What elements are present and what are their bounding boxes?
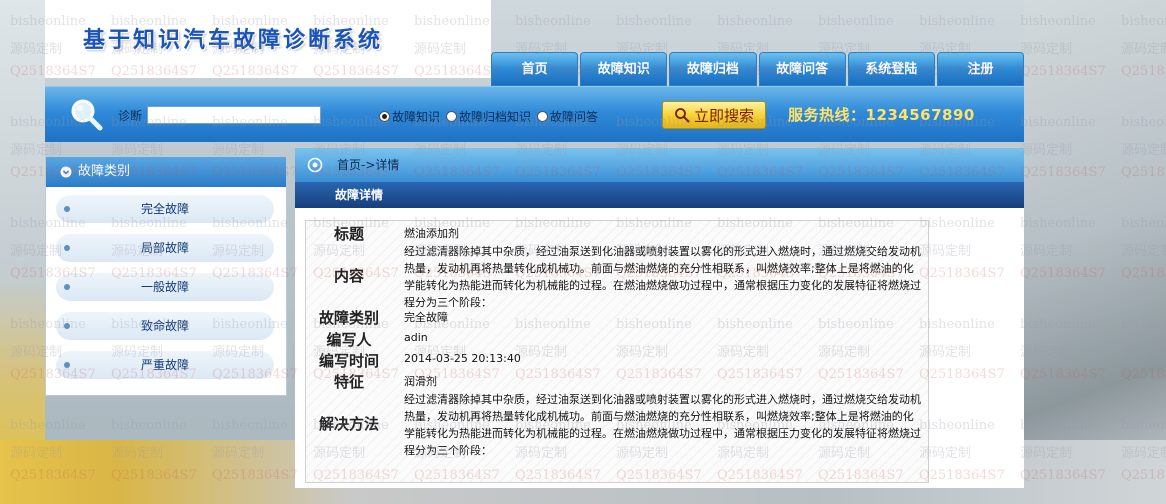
radio-label: 故障知识 (392, 110, 441, 124)
sidebar-item-partial-fault[interactable]: 局部故障 (56, 234, 274, 262)
title-value: 燃油添加剂 (404, 227, 459, 240)
bullet-icon (64, 362, 70, 368)
search-type-radios: 故障知识 故障归档知识 故障问答 (379, 108, 598, 125)
bullet-icon (64, 284, 70, 290)
search-input[interactable] (147, 106, 321, 124)
radio-label: 故障归档知识 (459, 110, 532, 124)
background-right-decoration (1024, 0, 1166, 504)
search-label: 诊断 (118, 109, 143, 123)
bullet-icon (64, 206, 70, 212)
logo-area: 基于知识汽车故障诊断系统 (45, 0, 491, 78)
sidebar-item-general-fault[interactable]: 一般故障 (56, 273, 274, 301)
bullet-icon (64, 323, 70, 329)
radio-button[interactable] (379, 111, 390, 122)
main-content: 首页->详情 故障详情 标题 燃油添加剂 内容 经过滤清器除掉其中杂质，经过油泵… (295, 148, 1024, 488)
nav-item-home[interactable]: 首页 (491, 52, 579, 86)
nav-item-login[interactable]: 系统登陆 (847, 52, 935, 86)
search-button-icon (675, 108, 690, 123)
bullet-icon (64, 245, 70, 251)
watermark-text: bisheonline (212, 418, 288, 433)
sidebar-header: 故障类别 (46, 157, 286, 187)
service-hotline: 服务热线：1234567890 (788, 106, 975, 124)
fault-detail-panel: 标题 燃油添加剂 内容 经过滤清器除掉其中杂质，经过油泵送到化油器或喷射装置以雾… (305, 220, 929, 483)
sidebar-item-label: 一般故障 (140, 280, 189, 294)
radio-option-fault-knowledge[interactable]: 故障知识 (379, 108, 440, 125)
search-button[interactable]: 立即搜索 (662, 101, 766, 129)
search-button-label: 立即搜索 (693, 106, 754, 125)
sidebar-item-label: 完全故障 (140, 202, 189, 216)
content-label: 内容 (333, 267, 364, 285)
sidebar-item-complete-fault[interactable]: 完全故障 (56, 195, 274, 223)
sidebar-header-icon (60, 166, 72, 178)
category-value: 完全故障 (404, 311, 448, 324)
sidebar-item-label: 严重故障 (140, 358, 189, 372)
feature-label: 特征 (333, 373, 364, 391)
breadcrumb: 首页->详情 (295, 148, 1024, 182)
watermark-text: bisheonline (616, 14, 692, 29)
site-title: 基于知识汽车故障诊断系统 (83, 27, 384, 53)
nav-item-fault-qa[interactable]: 故障问答 (758, 52, 846, 86)
time-value: 2014-03-25 20:13:40 (404, 352, 521, 365)
detail-header: 故障详情 (295, 182, 1024, 208)
search-bar: 诊断 故障知识 故障归档知识 故障问答 立即搜索 服务热线：1234567890 (45, 86, 1024, 142)
author-value: adin (404, 331, 428, 344)
watermark-text: bisheonline (919, 14, 995, 29)
nav-item-fault-knowledge[interactable]: 故障知识 (580, 52, 668, 86)
time-label: 编写时间 (318, 352, 379, 370)
radio-button[interactable] (537, 111, 549, 122)
nav-item-register[interactable]: 注册 (936, 52, 1025, 86)
sidebar-title: 故障类别 (78, 164, 131, 179)
title-label: 标题 (333, 225, 364, 243)
magnifier-icon (71, 99, 103, 131)
radio-option-fault-qa[interactable]: 故障问答 (537, 108, 598, 125)
watermark-text: bisheonline (515, 14, 591, 29)
radio-label: 故障问答 (550, 110, 599, 124)
category-sidebar: 故障类别 完全故障 局部故障 一般故障 致命故障 严重故障 (45, 156, 287, 396)
sidebar-item-serious-fault[interactable]: 严重故障 (56, 351, 274, 379)
watermark-text: bisheonline (818, 14, 894, 29)
feature-value: 润滑剂 (404, 375, 437, 388)
breadcrumb-icon (307, 157, 323, 173)
author-label: 编写人 (326, 331, 372, 349)
category-label: 故障类别 (318, 309, 379, 327)
sidebar-item-fatal-fault[interactable]: 致命故障 (56, 312, 274, 340)
solution-label: 解决方法 (318, 415, 379, 433)
content-value: 经过滤清器除掉其中杂质，经过油泵送到化油器或喷射装置以雾化的形式进入燃烧时，通过… (404, 245, 921, 309)
nav-item-fault-archive[interactable]: 故障归档 (669, 52, 757, 86)
radio-button[interactable] (446, 111, 458, 122)
watermark-text: bisheonline (111, 418, 187, 433)
sidebar-item-label: 局部故障 (140, 241, 189, 255)
top-nav: 首页 故障知识 故障归档 故障问答 系统登陆 注册 (491, 52, 1025, 86)
sidebar-item-label: 致命故障 (140, 319, 189, 333)
background-left-decoration (0, 0, 45, 504)
breadcrumb-text: 首页->详情 (337, 158, 400, 172)
watermark-text: bisheonline (717, 14, 793, 29)
category-list: 完全故障 局部故障 一般故障 致命故障 严重故障 (46, 187, 286, 379)
solution-value: 经过滤清器除掉其中杂质，经过油泵送到化油器或喷射装置以雾化的形式进入燃烧时，通过… (404, 393, 921, 457)
radio-option-fault-archive[interactable]: 故障归档知识 (446, 108, 531, 125)
